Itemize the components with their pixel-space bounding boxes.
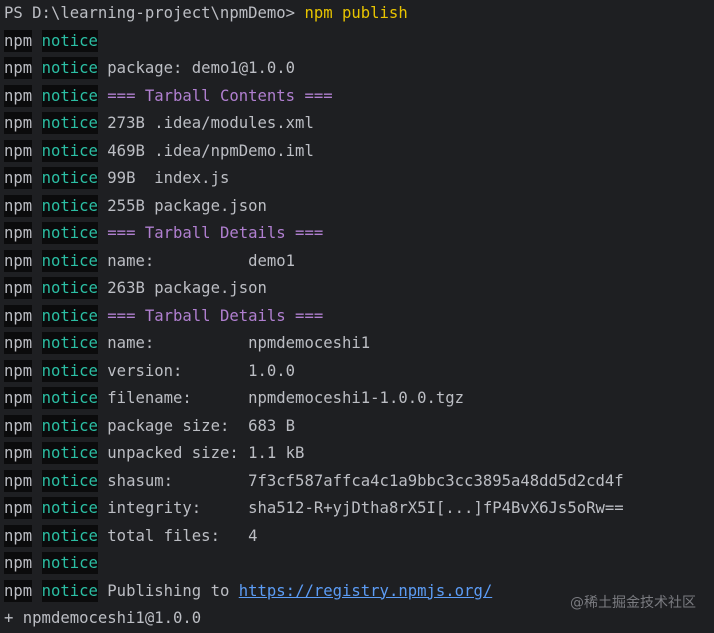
notice-prefix: notice	[41, 304, 98, 327]
notice-prefix: notice	[41, 332, 98, 354]
notice-prefix: notice	[41, 497, 98, 519]
npm-prefix: npm	[4, 497, 33, 519]
line-text: 255B package.json	[107, 196, 267, 215]
npm-prefix: npm	[4, 167, 33, 189]
line-text: version: 1.0.0	[107, 361, 296, 380]
command: npm publish	[304, 4, 408, 22]
line-text: === Tarball Contents ===	[107, 86, 333, 105]
notice-prefix: notice	[41, 222, 98, 244]
npm-prefix: npm	[4, 112, 33, 134]
notice-prefix: notice	[41, 29, 98, 52]
notice-line: npm notice === Tarball Contents ===	[4, 83, 624, 111]
npm-prefix: npm	[4, 359, 33, 382]
notice-line: npm notice	[4, 550, 624, 578]
line-text: 99B index.js	[107, 169, 230, 187]
notice-line: npm notice shasum: 7f3cf587affca4c1a9bbc…	[4, 468, 624, 496]
notice-line: npm notice	[4, 28, 624, 56]
registry-link[interactable]: https://registry.npmjs.org/	[239, 582, 492, 600]
notice-prefix: notice	[41, 414, 98, 437]
npm-prefix: npm	[4, 277, 33, 299]
notice-prefix: notice	[41, 552, 98, 574]
npm-prefix: npm	[4, 194, 33, 217]
notice-line: npm notice name: demo1	[4, 248, 624, 276]
notice-line: npm notice === Tarball Details ===	[4, 303, 624, 331]
prompt-line: PS D:\learning-project\npmDemo> npm publ…	[4, 0, 624, 28]
notice-line: npm notice name: npmdemoceshi1	[4, 330, 624, 358]
npm-prefix: npm	[4, 304, 33, 327]
line-text: 273B .idea/modules.xml	[107, 114, 314, 132]
notice-prefix: notice	[41, 194, 98, 217]
line-text: package: demo1@1.0.0	[107, 59, 296, 77]
notice-prefix: notice	[41, 139, 98, 162]
npm-prefix: npm	[4, 249, 33, 272]
line-text: unpacked size: 1.1 kB	[107, 444, 305, 462]
notice-line: npm notice package size: 683 B	[4, 413, 624, 441]
notice-prefix: notice	[41, 442, 98, 464]
line-text: package size: 683 B	[107, 416, 296, 435]
notice-line: npm notice 469B .idea/npmDemo.iml	[4, 138, 624, 166]
npm-prefix: npm	[4, 524, 33, 547]
line-text: 469B .idea/npmDemo.iml	[107, 141, 314, 160]
npm-prefix: npm	[4, 57, 33, 79]
npm-prefix: npm	[4, 442, 33, 464]
line-text: === Tarball Details ===	[107, 306, 324, 325]
notice-line: npm notice 99B index.js	[4, 165, 624, 193]
notice-line: npm notice === Tarball Details ===	[4, 220, 624, 248]
npm-prefix: npm	[4, 387, 33, 409]
notice-prefix: notice	[41, 524, 98, 547]
notice-line: npm notice 255B package.json	[4, 193, 624, 221]
prompt: PS D:\learning-project\npmDemo>	[4, 4, 305, 22]
npm-prefix: npm	[4, 579, 33, 602]
line-text: integrity: sha512-R+yjDtha8rX5I[...]fP4B…	[107, 499, 624, 517]
watermark: @稀土掘金技术社区	[570, 595, 696, 611]
notice-prefix: notice	[41, 359, 98, 382]
npm-prefix: npm	[4, 222, 33, 244]
notice-line: npm notice filename: npmdemoceshi1-1.0.0…	[4, 385, 624, 413]
npm-prefix: npm	[4, 414, 33, 437]
publish-result: + npmdemoceshi1@1.0.0	[4, 609, 202, 627]
npm-prefix: npm	[4, 469, 33, 492]
notice-prefix: notice	[41, 579, 98, 602]
notice-prefix: notice	[41, 57, 98, 79]
line-text: name: npmdemoceshi1	[107, 334, 371, 352]
line-text: filename: npmdemoceshi1-1.0.0.tgz	[107, 389, 465, 407]
notice-line: npm notice unpacked size: 1.1 kB	[4, 440, 624, 468]
line-text: shasum: 7f3cf587affca4c1a9bbc3cc3895a48d…	[107, 471, 624, 490]
line-text: === Tarball Details ===	[107, 224, 324, 242]
line-text: Publishing to	[107, 581, 239, 600]
notice-line: npm notice 263B package.json	[4, 275, 624, 303]
notice-prefix: notice	[41, 167, 98, 189]
notice-prefix: notice	[41, 387, 98, 409]
notice-prefix: notice	[41, 249, 98, 272]
notice-line: npm notice 273B .idea/modules.xml	[4, 110, 624, 138]
notice-prefix: notice	[41, 112, 98, 134]
npm-prefix: npm	[4, 84, 33, 107]
notice-line: npm notice Publishing to https://registr…	[4, 578, 624, 606]
line-text: name: demo1	[107, 251, 296, 270]
notice-prefix: notice	[41, 84, 98, 107]
notice-prefix: notice	[41, 277, 98, 299]
terminal-output: PS D:\learning-project\npmDemo> npm publ…	[4, 0, 624, 633]
line-text: total files: 4	[107, 526, 258, 545]
notice-line: npm notice integrity: sha512-R+yjDtha8rX…	[4, 495, 624, 523]
notice-line: npm notice package: demo1@1.0.0	[4, 55, 624, 83]
npm-prefix: npm	[4, 332, 33, 354]
line-text: 263B package.json	[107, 279, 267, 297]
notice-line: npm notice total files: 4	[4, 523, 624, 551]
npm-prefix: npm	[4, 139, 33, 162]
notice-prefix: notice	[41, 469, 98, 492]
npm-prefix: npm	[4, 29, 33, 52]
npm-prefix: npm	[4, 552, 33, 574]
notice-line: npm notice version: 1.0.0	[4, 358, 624, 386]
